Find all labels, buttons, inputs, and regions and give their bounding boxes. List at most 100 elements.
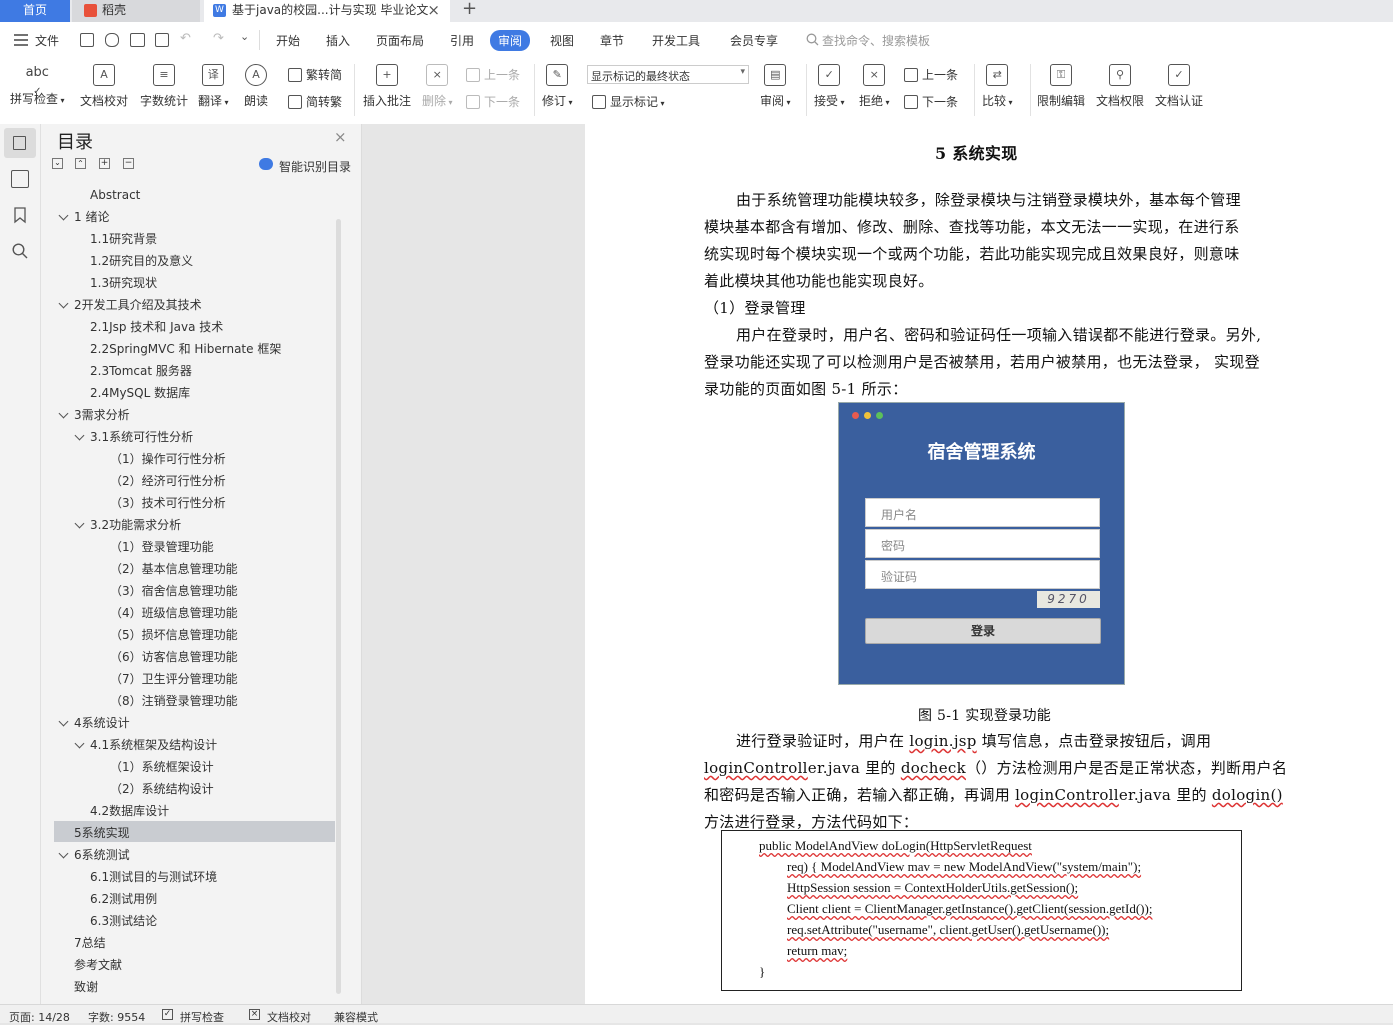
toc-item[interactable]: （4）班级信息管理功能 <box>110 605 238 621</box>
toc-item[interactable]: 3.1系统可行性分析 <box>90 429 193 445</box>
remove-heading-icon[interactable]: − <box>123 158 134 169</box>
toc-item[interactable]: 6系统测试 <box>74 847 130 863</box>
toc-item[interactable]: 2.1Jsp 技术和 Java 技术 <box>90 319 223 335</box>
toc-item[interactable]: 7总结 <box>74 935 106 951</box>
toc-item[interactable]: 6.1测试目的与测试环境 <box>90 869 217 885</box>
toc-item[interactable]: 2.2SpringMVC 和 Hibernate 框架 <box>90 341 281 357</box>
delete-comment-button[interactable]: × 删除 ▾ <box>422 64 453 109</box>
toc-item[interactable]: 致谢 <box>74 979 98 995</box>
close-panel-icon[interactable]: × <box>334 128 347 146</box>
menu-developer[interactable]: 开发工具 <box>652 32 700 49</box>
menu-member[interactable]: 会员专享 <box>730 32 778 49</box>
prev-comment-button[interactable]: 上一条 <box>466 66 520 83</box>
toc-item[interactable]: 1.2研究目的及意义 <box>90 253 193 269</box>
smart-detect-toc-button[interactable]: 智能识别目录 <box>279 158 351 175</box>
toc-item[interactable]: 4.1系统框架及结构设计 <box>90 737 217 753</box>
menu-references[interactable]: 引用 <box>450 32 474 49</box>
bookmark-icon[interactable] <box>11 206 29 224</box>
toc-item[interactable]: （5）损坏信息管理功能 <box>110 627 238 643</box>
toc-item[interactable]: 1 绪论 <box>74 209 109 225</box>
save-icon[interactable] <box>80 33 94 47</box>
toc-item[interactable]: （6）访客信息管理功能 <box>110 649 238 665</box>
toc-item[interactable]: 6.3测试结论 <box>90 913 157 929</box>
page-indicator[interactable]: 页面: 14/28 <box>9 1009 70 1025</box>
toc-item[interactable]: （2）经济可行性分析 <box>110 473 226 489</box>
chevron-down-icon[interactable] <box>58 210 69 221</box>
spell-check-status[interactable]: 拼写检查 <box>180 1009 224 1025</box>
menu-chapter[interactable]: 章节 <box>600 32 624 49</box>
chevron-down-icon[interactable] <box>58 848 69 859</box>
document-page[interactable]: 5 系统实现 由于系统管理功能模块较多，除登录模块与注销登录模块外，基本每个管理… <box>585 124 1393 1004</box>
chevron-down-icon[interactable] <box>74 518 85 529</box>
print-icon[interactable] <box>130 33 145 47</box>
chevron-down-icon[interactable] <box>58 716 69 727</box>
trad-to-simp-button[interactable]: 繁转简 <box>288 66 342 83</box>
simp-to-trad-button[interactable]: 简转繁 <box>288 93 342 110</box>
tab-document[interactable]: W 基于java的校园...计与实现 毕业论文 × <box>204 0 450 22</box>
toc-item[interactable]: （3）宿舍信息管理功能 <box>110 583 238 599</box>
toc-item[interactable]: （2）基本信息管理功能 <box>110 561 238 577</box>
spell-check-button[interactable]: abc ✓ 拼写检查 ▾ <box>10 64 65 107</box>
customize-toolbar-icon[interactable]: ⌄ <box>240 30 249 43</box>
track-changes-button[interactable]: ✎ 修订 ▾ <box>542 64 573 109</box>
menu-view[interactable]: 视图 <box>550 32 574 49</box>
export-icon[interactable] <box>105 33 119 47</box>
toc-nav-button[interactable] <box>4 128 36 158</box>
doc-permission-button[interactable]: ⚲ 文档权限 <box>1096 64 1144 109</box>
prev-change-button[interactable]: 上一条 <box>904 66 958 83</box>
doc-certify-button[interactable]: ✓ 文档认证 <box>1155 64 1203 109</box>
display-state-select[interactable]: 显示标记的最终状态 ▾ <box>587 65 749 84</box>
command-search-input[interactable]: 查找命令、搜索模板 <box>822 32 930 49</box>
insert-comment-button[interactable]: + 插入批注 <box>363 64 411 109</box>
translate-button[interactable]: 译 翻译 ▾ <box>198 64 229 109</box>
show-markup-button[interactable]: 显示标记 ▾ <box>592 93 665 110</box>
word-count-indicator[interactable]: 字数: 9554 <box>88 1009 145 1025</box>
add-heading-icon[interactable]: + <box>99 158 110 169</box>
collapse-all-icon[interactable]: ⌃ <box>75 158 86 169</box>
chevron-down-icon[interactable] <box>58 408 69 419</box>
menu-file[interactable]: 文件 <box>35 32 59 49</box>
new-tab-icon[interactable]: + <box>462 0 477 19</box>
toc-item[interactable]: （1）系统框架设计 <box>110 759 214 775</box>
toc-item[interactable]: （1）操作可行性分析 <box>110 451 226 467</box>
expand-all-icon[interactable]: ⌄ <box>52 158 63 169</box>
toc-item[interactable]: 2.4MySQL 数据库 <box>90 385 190 401</box>
toc-item[interactable]: 4.2数据库设计 <box>90 803 169 819</box>
toc-scrollbar[interactable] <box>336 219 341 994</box>
menu-review[interactable]: 审阅 <box>490 30 531 51</box>
toc-item[interactable]: （7）卫生评分管理功能 <box>110 671 238 687</box>
next-comment-button[interactable]: 下一条 <box>466 93 520 110</box>
toc-item[interactable]: （3）技术可行性分析 <box>110 495 226 511</box>
toc-item[interactable]: 2开发工具介绍及其技术 <box>74 297 202 313</box>
hamburger-icon[interactable] <box>14 34 28 49</box>
tab-docer[interactable]: 稻壳 <box>72 0 200 22</box>
chevron-down-icon[interactable] <box>74 430 85 441</box>
toc-item[interactable]: 1.1研究背景 <box>90 231 157 247</box>
next-change-button[interactable]: 下一条 <box>904 93 958 110</box>
tab-home[interactable]: 首页 <box>0 0 70 22</box>
toc-item[interactable]: 参考文献 <box>74 957 122 973</box>
toc-item[interactable]: （8）注销登录管理功能 <box>110 693 238 709</box>
close-tab-icon[interactable]: × <box>427 0 440 20</box>
doc-proof-status[interactable]: 文档校对 <box>267 1009 311 1025</box>
toc-item[interactable]: 3需求分析 <box>74 407 130 423</box>
menu-insert[interactable]: 插入 <box>326 32 350 49</box>
restrict-edit-button[interactable]: ⚿ 限制编辑 <box>1037 64 1085 109</box>
doc-proof-button[interactable]: A 文档校对 <box>80 64 128 109</box>
undo-icon[interactable]: ↶ <box>180 31 191 46</box>
menu-start[interactable]: 开始 <box>276 32 300 49</box>
toc-item[interactable]: 4系统设计 <box>74 715 130 731</box>
toc-item[interactable]: （2）系统结构设计 <box>110 781 214 797</box>
toc-item[interactable]: 5系统实现 <box>74 825 130 841</box>
menu-page-layout[interactable]: 页面布局 <box>376 32 424 49</box>
toc-item[interactable]: （1）登录管理功能 <box>110 539 214 555</box>
print-preview-icon[interactable] <box>155 33 169 47</box>
toc-item[interactable]: Abstract <box>90 187 140 203</box>
review-pane-button[interactable]: ▤ 审阅 ▾ <box>760 64 791 109</box>
reject-button[interactable]: × 拒绝 ▾ <box>859 64 890 109</box>
chapter-nav-icon[interactable] <box>11 170 29 188</box>
chevron-down-icon[interactable] <box>74 738 85 749</box>
toc-item[interactable]: 3.2功能需求分析 <box>90 517 181 533</box>
word-count-button[interactable]: ≡ 字数统计 <box>140 64 188 109</box>
find-icon[interactable] <box>11 242 29 260</box>
